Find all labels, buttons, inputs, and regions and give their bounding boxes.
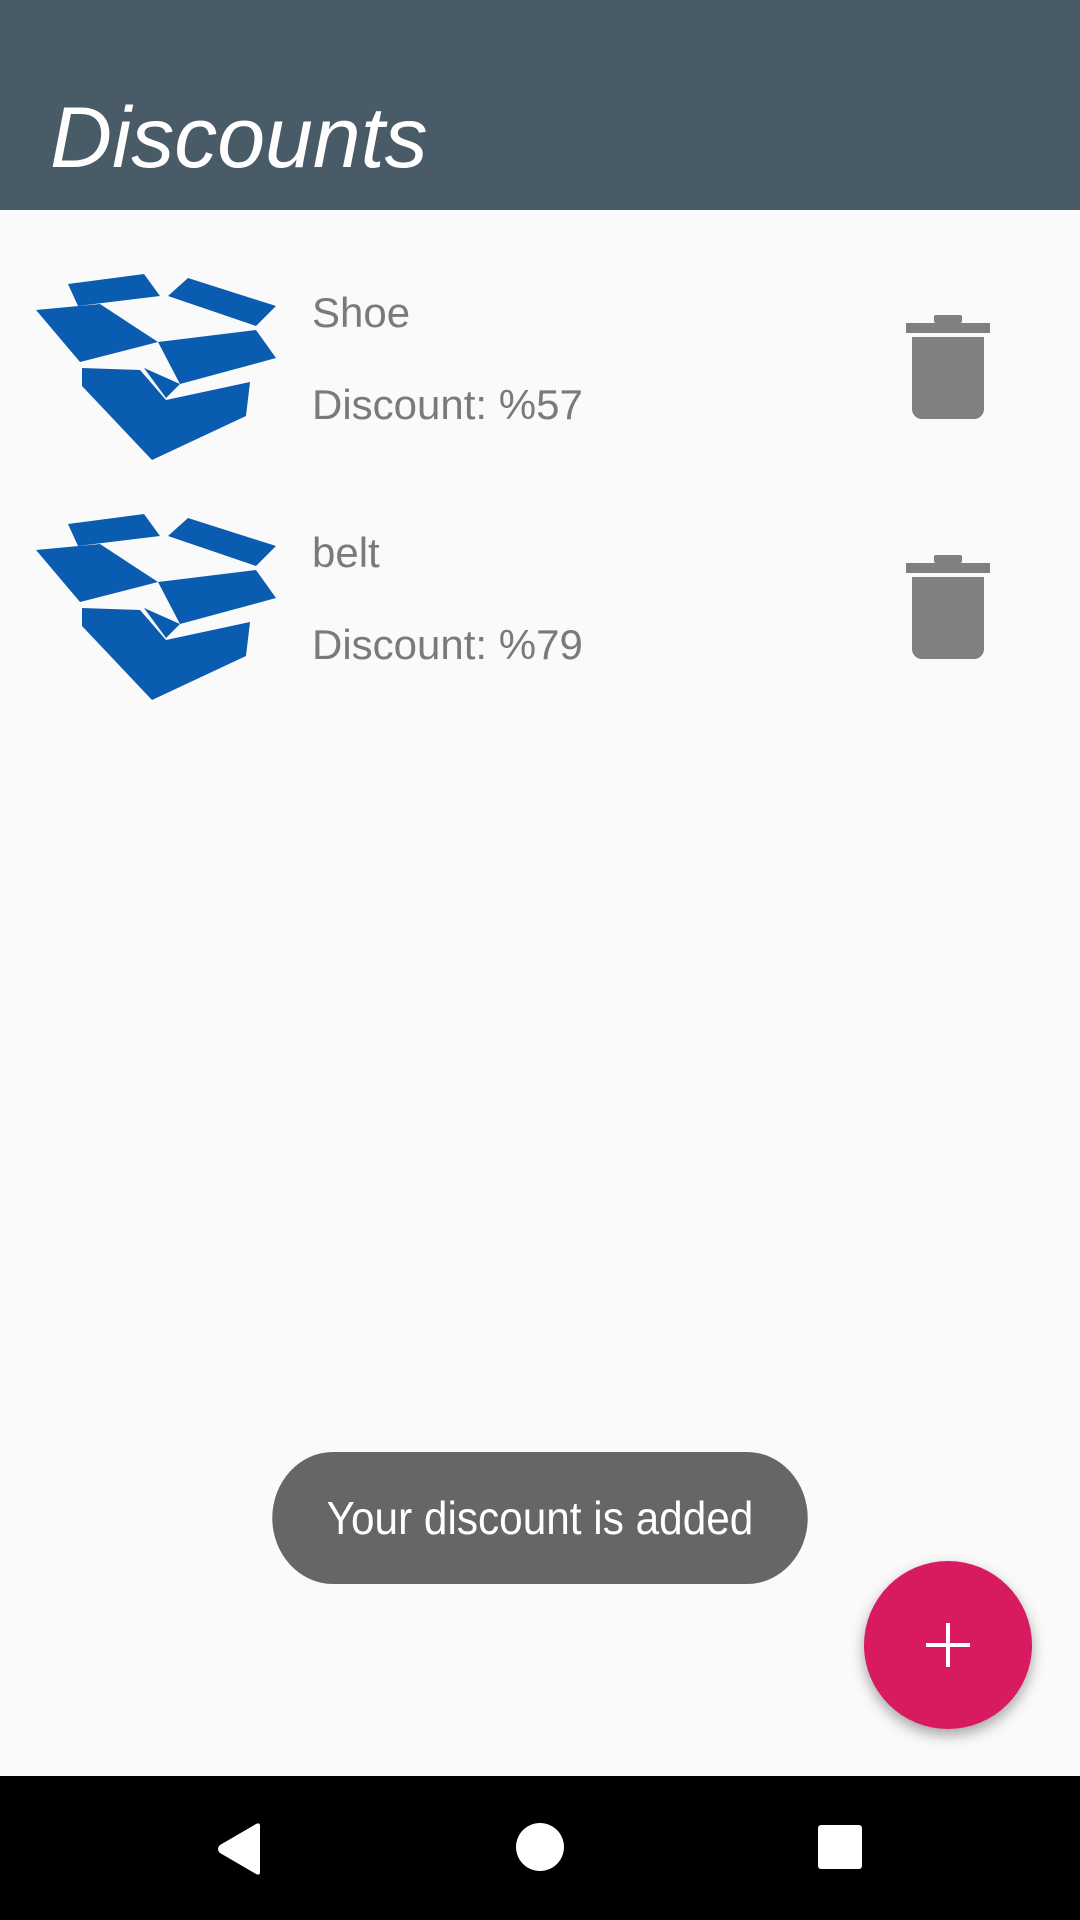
page-title: Discounts [50, 90, 428, 186]
app-bar: Discounts [0, 0, 1080, 210]
discount-name: Shoe [312, 289, 411, 336]
toast-message: Your discount is added [272, 1452, 808, 1584]
recents-icon[interactable] [817, 1824, 863, 1870]
back-icon[interactable] [214, 1822, 264, 1876]
plus-icon [926, 1623, 970, 1667]
open-box-icon [36, 274, 276, 460]
discount-value: Discount: %79 [312, 621, 583, 668]
trash-icon[interactable] [906, 315, 990, 419]
navigation-bar [0, 1776, 1080, 1920]
list-item[interactable]: belt Discount: %79 [0, 450, 1080, 700]
open-box-icon [36, 514, 276, 700]
discount-value: Discount: %57 [312, 381, 583, 428]
list-item[interactable]: Shoe Discount: %57 [0, 210, 1080, 460]
add-discount-button[interactable] [864, 1561, 1032, 1729]
discount-name: belt [312, 529, 380, 576]
home-icon[interactable] [515, 1822, 565, 1872]
trash-icon[interactable] [906, 555, 990, 659]
